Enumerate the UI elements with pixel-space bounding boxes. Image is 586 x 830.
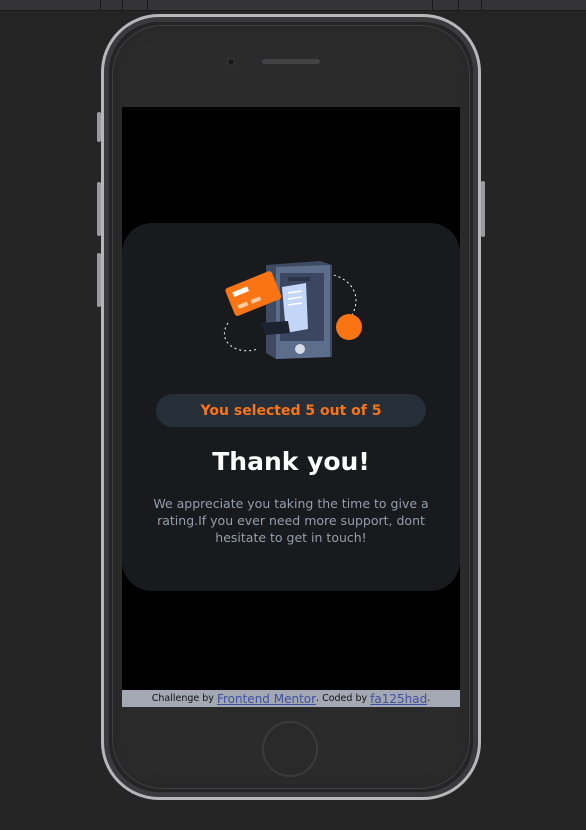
thank-you-heading: Thank you!	[212, 447, 370, 476]
home-button[interactable]	[262, 721, 318, 777]
thank-you-card: You selected 5 out of 5 Thank you! We ap…	[122, 223, 460, 591]
frontend-mentor-link[interactable]: Frontend Mentor	[217, 692, 316, 706]
browser-top-bar	[0, 0, 586, 11]
rating-selection-badge: You selected 5 out of 5	[156, 394, 426, 427]
attribution-prefix: Challenge by	[151, 693, 214, 704]
attribution-suffix: .	[427, 693, 431, 704]
phone-screen: You selected 5 out of 5 Thank you! We ap…	[122, 107, 460, 707]
author-link[interactable]: fa125had	[370, 692, 427, 706]
earpiece-speaker	[262, 59, 320, 64]
front-camera-icon	[227, 58, 235, 66]
phone-power-button	[481, 181, 485, 237]
attribution-middle: . Coded by	[316, 693, 368, 704]
attribution-footer: Challenge by Frontend Mentor. Coded by f…	[122, 690, 460, 707]
payment-illustration-icon	[223, 261, 362, 359]
thank-you-message: We appreciate you taking the time to giv…	[153, 496, 429, 545]
